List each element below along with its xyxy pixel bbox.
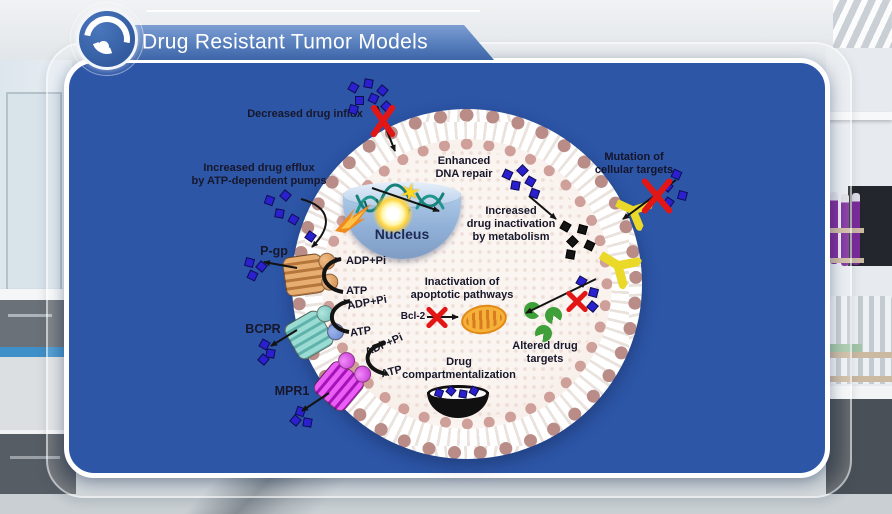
label-increased-efflux-2: by ATP-dependent pumps: [191, 175, 326, 188]
label-dna-repair-1: Enhanced: [438, 155, 491, 168]
pgp-pump: [281, 250, 342, 297]
label-pgp: P-gp: [260, 244, 288, 259]
title-banner: Drug Resistant Tumor Models: [96, 25, 494, 60]
label-bcl2: Bcl-2: [401, 311, 425, 323]
lightning-bolt-icon: [335, 204, 379, 234]
label-apoptosis-2: apoptotic pathways: [411, 289, 514, 302]
banner-highlight-line: [146, 10, 480, 12]
label-compartment-2: compartmentalization: [402, 369, 516, 382]
logo-dot: [98, 41, 109, 52]
label-inactivation-1: Increased: [485, 205, 536, 218]
drug-molecule: [458, 389, 467, 398]
blocked-x-icon: [364, 104, 402, 138]
label-altered-1: Altered drug: [512, 340, 577, 353]
label-apoptosis-1: Inactivation of: [425, 276, 500, 289]
nucleus: ✶ Nucleus: [343, 182, 461, 262]
inactivated-drug-molecule: [565, 249, 575, 259]
ceiling-light: [833, 0, 892, 50]
label-atp-1: ATP: [346, 285, 367, 297]
label-decreased-influx: Decreased drug influx: [247, 108, 363, 121]
label-dna-repair-2: DNA repair: [435, 168, 492, 181]
label-mpr1: MPR1: [275, 384, 310, 399]
brand-logo: [74, 6, 140, 72]
blocked-x-icon: [635, 176, 679, 216]
video-frame: Drug Resistant Tumor Models ✶: [0, 0, 892, 514]
drug-molecule: [302, 417, 312, 427]
logo-circle-icon: [76, 8, 138, 70]
label-compartment-1: Drug: [446, 356, 472, 369]
label-mutation-1: Mutation of: [604, 151, 663, 164]
blocked-x-icon: [423, 303, 451, 331]
label-increased-efflux-1: Increased drug efflux: [203, 162, 314, 175]
drug-molecule: [363, 78, 373, 88]
drug-molecule: [355, 96, 364, 105]
blocked-x-icon: [563, 289, 591, 313]
drug-molecule: [274, 208, 284, 218]
nucleus-label: Nucleus: [375, 226, 429, 242]
label-altered-2: targets: [527, 353, 564, 366]
mitochondria-cristae: [465, 308, 503, 332]
page-title: Drug Resistant Tumor Models: [142, 30, 428, 54]
label-bcpr: BCPR: [245, 322, 280, 337]
altered-target-icon: [545, 307, 562, 324]
label-inactivation-2: drug inactivation: [467, 218, 556, 231]
altered-target-icon: [524, 302, 541, 319]
label-adp-1: ADP+Pi: [346, 255, 386, 267]
drug-molecule: [510, 180, 520, 190]
label-inactivation-3: by metabolism: [472, 231, 549, 244]
drug-vesicle: [427, 385, 489, 419]
